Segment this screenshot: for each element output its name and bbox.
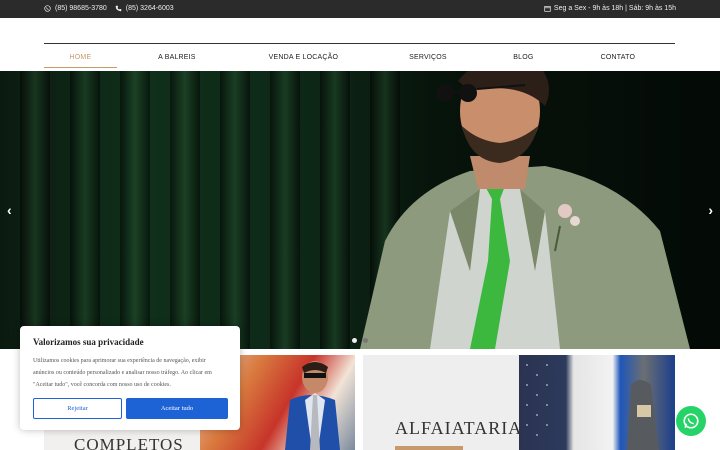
top-bar: (85) 98685-3780 (85) 3264-6003 Seg a Sex… [0, 0, 720, 18]
card-image [519, 355, 675, 450]
phone-landline: (85) 3264-6003 [125, 5, 174, 12]
nav-item-contato[interactable]: CONTATO [561, 44, 675, 68]
nav-item-home[interactable]: HOME [44, 44, 117, 68]
whatsapp-icon [44, 5, 51, 12]
card-title: ALFAIATARIA [395, 418, 523, 438]
accept-cookies-button[interactable]: Aceitar tudo [126, 398, 228, 419]
whatsapp-float-button[interactable] [676, 406, 706, 436]
calendar-icon [544, 6, 551, 12]
category-card-alfaiataria[interactable]: ALFAIATARIA [363, 355, 675, 450]
cookie-consent-dialog: Valorizamos sua privacidade Utilizamos c… [20, 326, 240, 430]
phone-icon [115, 5, 122, 12]
phone-whatsapp: (85) 98685-3780 [55, 5, 107, 12]
nav-item-servicos[interactable]: SERVIÇOS [370, 44, 486, 68]
opening-hours: Seg a Sex - 9h às 18h | Sáb: 9h às 15h [553, 5, 676, 12]
nav-item-blog[interactable]: BLOG [486, 44, 561, 68]
cookie-text: Utilizamos cookies para aprimorar sua ex… [33, 358, 212, 388]
whatsapp-icon [683, 413, 699, 429]
slider-next-icon[interactable]: › [708, 202, 713, 218]
hero-model-image [360, 71, 690, 349]
nav-item-venda-locacao[interactable]: VENDA E LOCAÇÃO [237, 44, 370, 68]
slider-dot[interactable] [363, 338, 368, 343]
phone-contact[interactable]: (85) 3264-6003 [115, 5, 174, 12]
slider-dot[interactable] [352, 338, 357, 343]
whatsapp-contact[interactable]: (85) 98685-3780 [44, 5, 107, 12]
card-title: COMPLETOS [74, 435, 184, 450]
slider-dots [352, 338, 368, 343]
cookie-title: Valorizamos sua privacidade [33, 337, 144, 347]
tailoring-detail-image [526, 364, 659, 450]
slider-prev-icon[interactable]: ‹ [7, 202, 12, 218]
card-button[interactable] [395, 446, 463, 450]
hero-slider: ‹ › [0, 71, 720, 349]
nav-item-a-balreis[interactable]: A BALREIS [117, 44, 237, 68]
main-nav: HOME A BALREIS VENDA E LOCAÇÃO SERVIÇOS … [44, 43, 675, 68]
reject-cookies-button[interactable]: Rejeitar [33, 398, 122, 419]
